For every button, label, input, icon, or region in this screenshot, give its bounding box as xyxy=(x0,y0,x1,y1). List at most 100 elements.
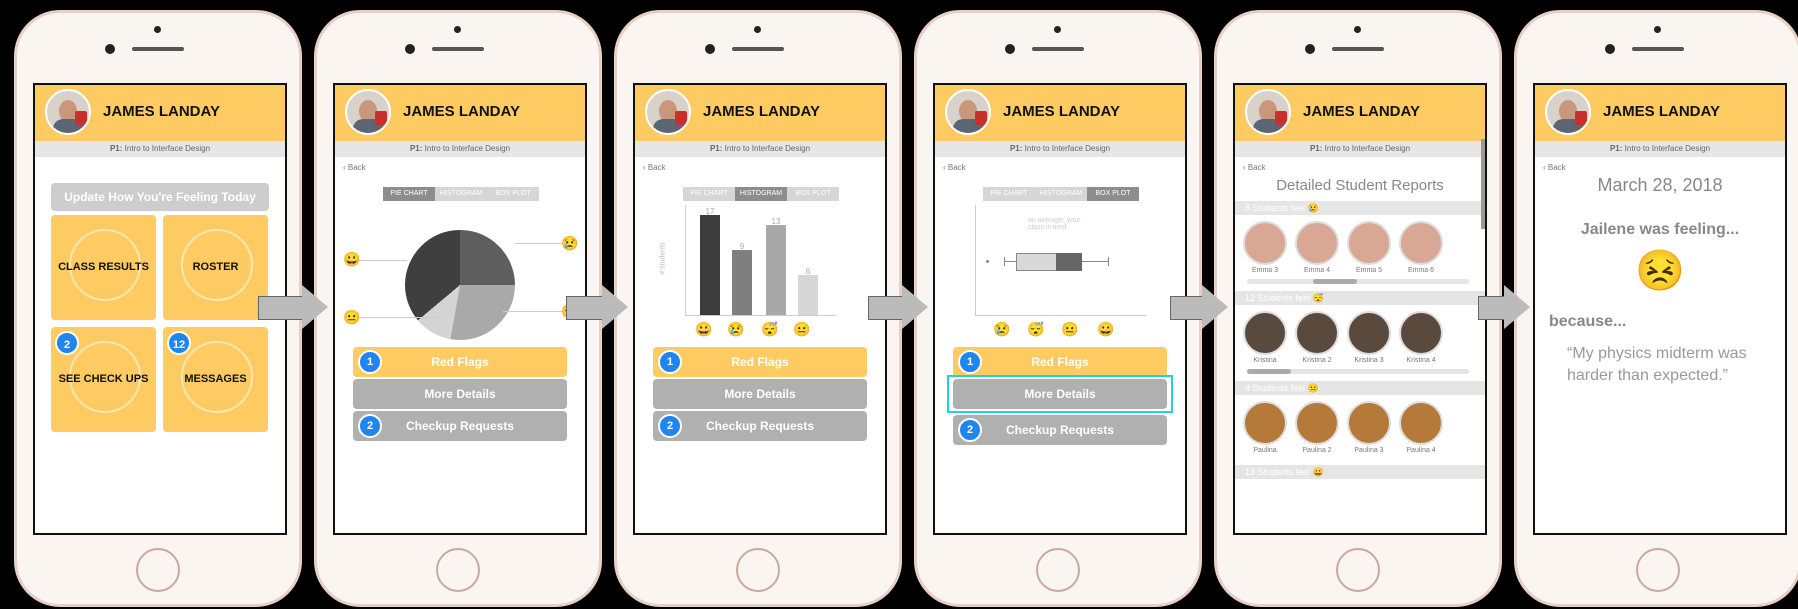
tab-pie-chart[interactable]: PIE CHART xyxy=(383,187,435,201)
more-details-button[interactable]: More Details xyxy=(953,379,1167,409)
student-photo[interactable] xyxy=(1399,311,1443,355)
horizontal-scrollbar[interactable] xyxy=(1247,279,1469,284)
user-name: JAMES LANDAY xyxy=(1003,103,1120,120)
tab-box-plot[interactable]: BOX PLOT xyxy=(1087,187,1139,201)
home-button[interactable] xyxy=(736,548,780,592)
checkup-requests-button[interactable]: 2 Checkup Requests xyxy=(953,415,1167,445)
feeling-line: Jailene was feeling... xyxy=(1580,221,1740,238)
student-name: Emma 4 xyxy=(1303,267,1331,274)
message-date: March 28, 2018 xyxy=(1597,175,1723,195)
emoji-sad: 😢 xyxy=(561,235,579,251)
screen-boxplot: JAMES LANDAY P1: Intro to Interface Desi… xyxy=(933,83,1187,535)
red-flags-button[interactable]: 1 Red Flags xyxy=(653,347,867,377)
red-flags-button[interactable]: 1 Red Flags xyxy=(953,347,1167,377)
student-photo[interactable] xyxy=(1295,401,1339,445)
more-details-button[interactable]: More Details xyxy=(353,379,567,409)
student-photo[interactable] xyxy=(1243,401,1287,445)
phone-frame-5: JAMES LANDAY P1: Intro to Interface Desi… xyxy=(1214,10,1502,607)
course-bar: P1: Intro to Interface Design xyxy=(935,141,1185,157)
update-feeling-button[interactable]: Update How You're Feeling Today xyxy=(51,183,269,211)
student-photo[interactable] xyxy=(1399,221,1443,265)
course-bar: P1: Intro to Interface Design xyxy=(1535,141,1785,157)
red-flags-button[interactable]: 1 Red Flags xyxy=(353,347,567,377)
avatar[interactable] xyxy=(345,89,391,135)
class-results-tile[interactable]: CLASS RESULTS xyxy=(51,215,156,320)
histogram-bar xyxy=(798,275,818,315)
student-photo[interactable] xyxy=(1243,311,1287,355)
avatar[interactable] xyxy=(45,89,91,135)
home-button[interactable] xyxy=(1036,548,1080,592)
checkup-requests-button[interactable]: 2 Checkup Requests xyxy=(653,411,867,441)
student-photo[interactable] xyxy=(1243,221,1287,265)
home-button[interactable] xyxy=(136,548,180,592)
back-button[interactable]: ‹ Back xyxy=(643,163,666,172)
student-name: Kristina 3 xyxy=(1354,357,1384,364)
student-name: Paulina xyxy=(1253,447,1277,454)
course-bar: P1: Intro to Interface Design xyxy=(635,141,885,157)
app-header: JAMES LANDAY xyxy=(35,85,285,141)
student-photo[interactable] xyxy=(1347,311,1391,355)
screen-message: JAMES LANDAY P1: Intro to Interface Desi… xyxy=(1533,83,1787,535)
avatar[interactable] xyxy=(1245,89,1291,135)
student-photo[interactable] xyxy=(1295,311,1339,355)
avatar[interactable] xyxy=(645,89,691,135)
phone-frame-4: JAMES LANDAY P1: Intro to Interface Desi… xyxy=(914,10,1202,607)
student-photo[interactable] xyxy=(1347,221,1391,265)
avatar[interactable] xyxy=(945,89,991,135)
tab-box-plot[interactable]: BOX PLOT xyxy=(487,187,539,201)
emoji-happy: 😀 xyxy=(343,251,361,267)
emoji-happy: 😀 xyxy=(1097,321,1115,337)
home-button[interactable] xyxy=(1636,548,1680,592)
phone-frame-6: JAMES LANDAY P1: Intro to Interface Desi… xyxy=(1514,10,1798,607)
histogram-bar xyxy=(700,215,720,315)
roster-tile[interactable]: ROSTER xyxy=(163,215,268,320)
horizontal-scrollbar[interactable] xyxy=(1247,369,1469,374)
back-button[interactable]: ‹ Back xyxy=(943,163,966,172)
student-photo[interactable] xyxy=(1399,401,1443,445)
tab-histogram[interactable]: HISTOGRAM xyxy=(435,187,487,201)
user-name: JAMES LANDAY xyxy=(103,103,220,120)
camera xyxy=(105,44,115,54)
student-photo[interactable] xyxy=(1295,221,1339,265)
avatar[interactable] xyxy=(1545,89,1591,135)
tab-box-plot[interactable]: BOX PLOT xyxy=(787,187,839,201)
group-header: 13 Students feel 😀 xyxy=(1235,465,1485,479)
box-upper xyxy=(1056,253,1082,271)
emoji-neutral: 😐 xyxy=(1061,321,1079,337)
back-button[interactable]: ‹ Back xyxy=(1243,163,1266,172)
chart-tabs: PIE CHART HISTOGRAM BOX PLOT xyxy=(683,187,839,201)
home-button[interactable] xyxy=(1336,548,1380,592)
bar-value: 9 xyxy=(739,242,745,251)
speaker xyxy=(132,47,184,51)
tab-pie-chart[interactable]: PIE CHART xyxy=(683,187,735,201)
app-header: JAMES LANDAY xyxy=(1235,85,1485,141)
bar-value: 13 xyxy=(771,217,781,226)
user-name: JAMES LANDAY xyxy=(703,103,820,120)
more-details-button[interactable]: More Details xyxy=(653,379,867,409)
checkup-requests-button[interactable]: 2 Checkup Requests xyxy=(353,411,567,441)
course-bar: P1: Intro to Interface Design xyxy=(35,141,285,157)
screen-home: JAMES LANDAY P1: Intro to Interface Desi… xyxy=(33,83,287,535)
tab-histogram[interactable]: HISTOGRAM xyxy=(735,187,787,201)
tab-pie-chart[interactable]: PIE CHART xyxy=(983,187,1035,201)
course-bar: P1: Intro to Interface Design xyxy=(1235,141,1485,157)
vertical-scrollbar[interactable] xyxy=(1481,139,1485,229)
back-button[interactable]: ‹ Back xyxy=(1543,163,1566,172)
histogram-bar xyxy=(732,250,752,315)
course-bar: P1: Intro to Interface Design xyxy=(335,141,585,157)
phone-frame-2: JAMES LANDAY P1: Intro to Interface Desi… xyxy=(314,10,602,607)
emoji-sad: 😢 xyxy=(727,321,745,337)
student-photo[interactable] xyxy=(1347,401,1391,445)
back-button[interactable]: ‹ Back xyxy=(343,163,366,172)
home-button[interactable] xyxy=(436,548,480,592)
tab-histogram[interactable]: HISTOGRAM xyxy=(1035,187,1087,201)
histogram-area: 17 9 13 6 xyxy=(685,205,836,316)
screen-pie: JAMES LANDAY P1: Intro to Interface Desi… xyxy=(333,83,587,535)
chart-tabs: PIE CHART HISTOGRAM BOX PLOT xyxy=(983,187,1139,201)
bar-value: 6 xyxy=(805,267,811,276)
group-header: 12 Students feel 😴 xyxy=(1235,291,1485,305)
student-name: Kristina 2 xyxy=(1302,357,1332,364)
student-name: Emma 6 xyxy=(1407,267,1435,274)
student-name: Emma 5 xyxy=(1355,267,1383,274)
app-header: JAMES LANDAY xyxy=(935,85,1185,141)
